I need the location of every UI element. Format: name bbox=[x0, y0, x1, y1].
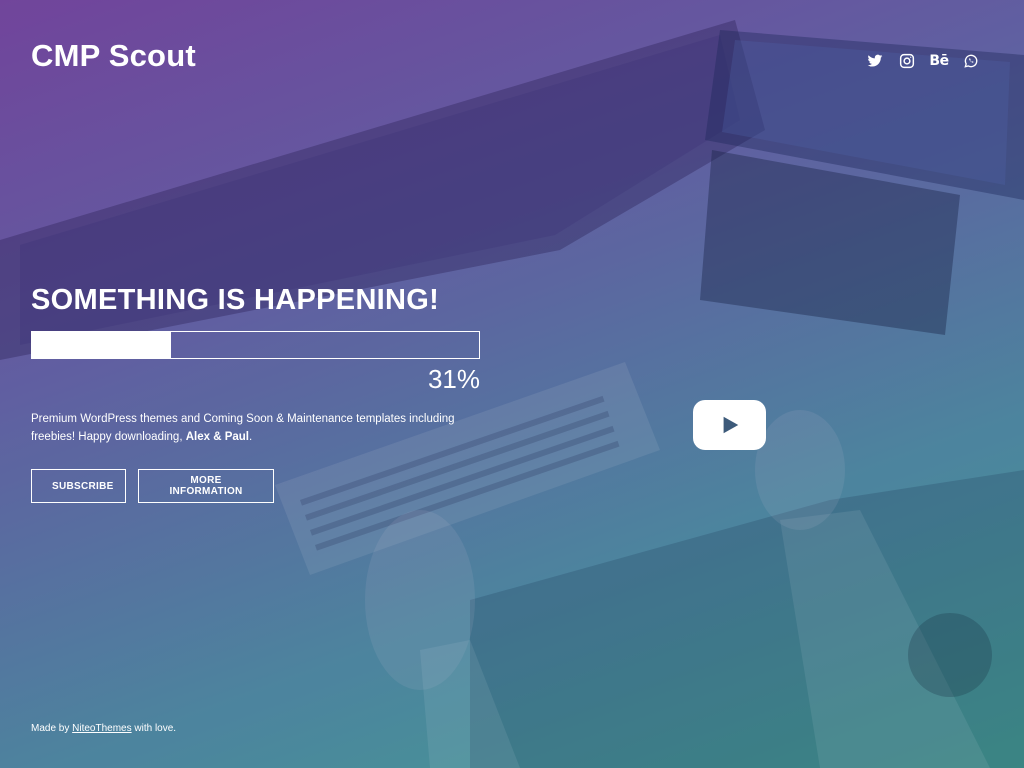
description: Premium WordPress themes and Coming Soon… bbox=[31, 410, 471, 446]
description-end: . bbox=[249, 431, 253, 443]
twitter-link[interactable] bbox=[866, 52, 884, 70]
behance-icon: Bē bbox=[929, 53, 949, 69]
video-play-button[interactable] bbox=[693, 400, 766, 450]
footer-prefix: Made by bbox=[31, 723, 73, 734]
progress-fill bbox=[32, 332, 171, 358]
site-title: CMP Scout bbox=[31, 38, 196, 73]
more-information-button[interactable]: MORE INFORMATION bbox=[138, 469, 274, 503]
footer: Made by NiteoThemes with love. bbox=[31, 723, 176, 734]
whatsapp-link[interactable] bbox=[962, 52, 980, 70]
instagram-icon bbox=[899, 53, 915, 69]
progress-bar bbox=[31, 331, 480, 359]
progress-percent: 31% bbox=[427, 364, 480, 394]
behance-link[interactable]: Bē bbox=[929, 52, 949, 70]
description-authors: Alex & Paul bbox=[185, 431, 249, 443]
action-buttons: SUBSCRIBE MORE INFORMATION bbox=[31, 469, 274, 503]
niteothemes-link[interactable]: NiteoThemes bbox=[72, 723, 131, 734]
play-icon bbox=[723, 416, 738, 434]
whatsapp-icon bbox=[964, 54, 978, 68]
social-links: Bē bbox=[866, 52, 980, 70]
subscribe-button[interactable]: SUBSCRIBE bbox=[31, 469, 126, 503]
headline: SOMETHING IS HAPPENING! bbox=[31, 284, 440, 316]
footer-suffix: with love. bbox=[131, 723, 177, 734]
instagram-link[interactable] bbox=[898, 52, 916, 70]
twitter-icon bbox=[867, 54, 883, 67]
